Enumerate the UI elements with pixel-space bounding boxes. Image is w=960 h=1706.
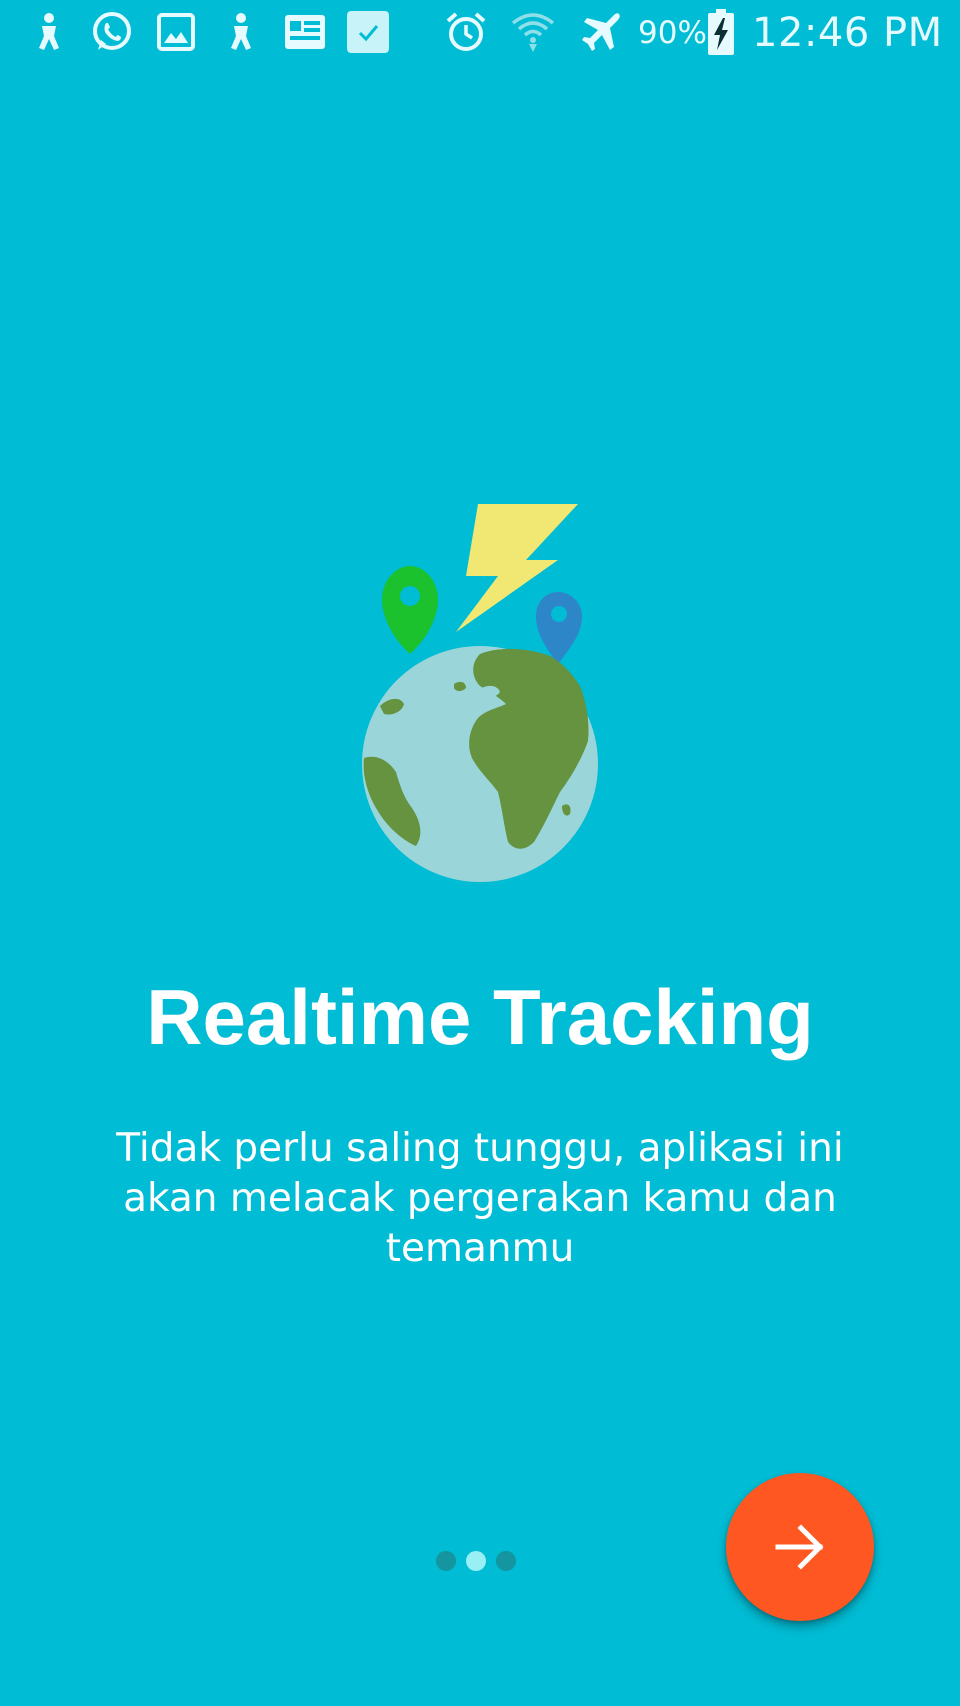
battery-charging-icon <box>706 9 736 55</box>
whatsapp-icon <box>90 10 134 54</box>
page-indicator <box>436 1551 516 1573</box>
battery-percentage: 90% <box>638 15 707 51</box>
wifi-icon <box>510 10 556 54</box>
accessibility-icon <box>222 10 262 54</box>
page-dot-2-active[interactable] <box>466 1551 486 1571</box>
checkbox-icon <box>346 10 390 54</box>
alarm-icon <box>444 10 488 54</box>
arrow-right-icon <box>775 1524 824 1570</box>
onboarding-title: Realtime Tracking <box>146 973 814 1061</box>
airplane-mode-icon <box>580 10 624 54</box>
globe-icon <box>362 646 598 882</box>
status-bar: 90% 12:46 PM <box>0 0 960 66</box>
blue-location-pin-icon <box>536 592 582 664</box>
onboarding-description: Tidak perlu saling tunggu, aplikasi ini … <box>116 1126 844 1271</box>
news-icon <box>284 10 326 54</box>
clock: 12:46 PM <box>752 10 943 56</box>
page-dot-3[interactable] <box>496 1551 516 1571</box>
green-location-pin-icon <box>382 566 438 654</box>
gallery-icon <box>156 10 196 54</box>
globe-location-pins-lightning-icon <box>350 496 610 886</box>
page-dot-1[interactable] <box>436 1551 456 1571</box>
accessibility-icon <box>30 10 70 54</box>
next-button[interactable] <box>726 1473 874 1621</box>
